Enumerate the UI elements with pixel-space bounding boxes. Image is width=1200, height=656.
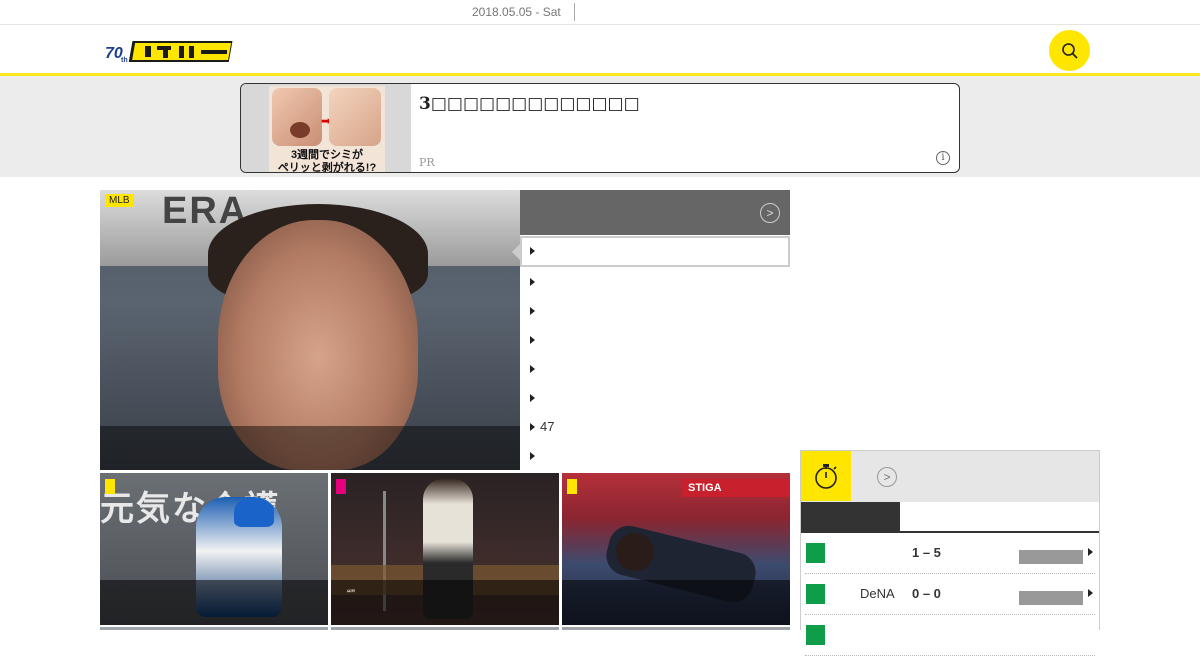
daily-sports-logo[interactable]: 70 th [105,38,235,64]
divider [574,3,575,21]
ranking-list: 47 [512,236,790,470]
category-tag [105,479,115,494]
stopwatch-icon [801,451,851,501]
ad-image-caption-2: ペリッと剥がれる!? [277,162,377,173]
chevron-right-icon[interactable]: > [760,203,780,223]
ranking-panel: > 47 [512,190,790,470]
caret-right-icon[interactable] [1088,589,1093,597]
category-tag [567,479,577,494]
game-score: 0 – 0 [912,586,941,601]
ad-band: ➡ 3週間でシミが ペリッと剥がれる!? 3□□□□□□□□□□□□□ PR i [0,76,1200,177]
ad-before-face [272,88,322,146]
scoreboard-panel: > 1 – 5 DeNA 0 – 0 [800,450,1100,656]
svg-text:th: th [121,57,128,64]
scoreboard-header: > [801,451,1099,502]
team-name: DeNA [860,586,895,601]
team-logo [806,543,825,563]
site-header: 70 th [0,25,1200,76]
tab-active[interactable] [801,502,900,533]
team-logo [806,584,825,604]
thumb-caption-overlay [100,580,328,625]
hero-caption-overlay [100,426,520,470]
thumb-photo-board: STIGA [682,479,790,497]
thumb-photo-helmet [234,497,274,527]
hero-article[interactable]: ERA MLB [100,190,520,470]
ranking-item[interactable] [520,296,790,325]
team-logo [806,625,825,645]
info-icon[interactable]: i [936,151,950,165]
ranking-item[interactable]: 47 [520,412,790,441]
ranking-item[interactable] [520,267,790,296]
category-tag: MLB [105,194,134,207]
ranking-item[interactable] [520,383,790,412]
top-date-bar: 2018.05.05 - Sat [0,0,1200,25]
caret-right-icon[interactable] [1088,548,1093,556]
game-score: 1 – 5 [912,545,941,560]
search-icon [1061,42,1078,59]
current-date: 2018.05.05 - Sat [472,5,561,19]
category-tag [336,479,346,494]
thumb-caption-overlay [331,580,559,625]
game-status-badge [1019,550,1083,564]
game-row[interactable] [805,615,1095,656]
ranking-item[interactable] [520,441,790,470]
ad-image: ➡ 3週間でシミが ペリッと剥がれる!? [269,86,385,172]
ad-pr-label: PR [419,156,435,169]
article-thumbnail[interactable]: “” [331,473,559,625]
game-row[interactable]: DeNA 0 – 0 [805,574,1095,615]
sponsored-ad[interactable]: ➡ 3週間でシミが ペリッと剥がれる!? 3□□□□□□□□□□□□□ PR i [240,83,960,173]
game-row[interactable]: 1 – 5 [805,533,1095,574]
ad-image-frame: ➡ 3週間でシミが ペリッと剥がれる!? [241,84,411,172]
ad-headline[interactable]: 3□□□□□□□□□□□□□ [419,94,640,114]
scoreboard-tabs [801,502,1099,533]
ranking-item[interactable] [512,236,790,267]
chevron-right-icon[interactable]: > [877,467,897,487]
ad-after-face [329,88,381,146]
ranking-item[interactable] [520,354,790,383]
article-thumbnail[interactable]: STIGA [562,473,790,625]
thumb-caption-overlay [562,580,790,625]
thumb-caption: “” [347,587,355,601]
article-thumbnail[interactable]: 元気な介護 [100,473,328,625]
thumb-photo-head [616,533,654,571]
game-status-badge [1019,591,1083,605]
ranking-item[interactable] [520,325,790,354]
search-button[interactable] [1049,30,1090,71]
ranking-header: > [520,190,790,235]
